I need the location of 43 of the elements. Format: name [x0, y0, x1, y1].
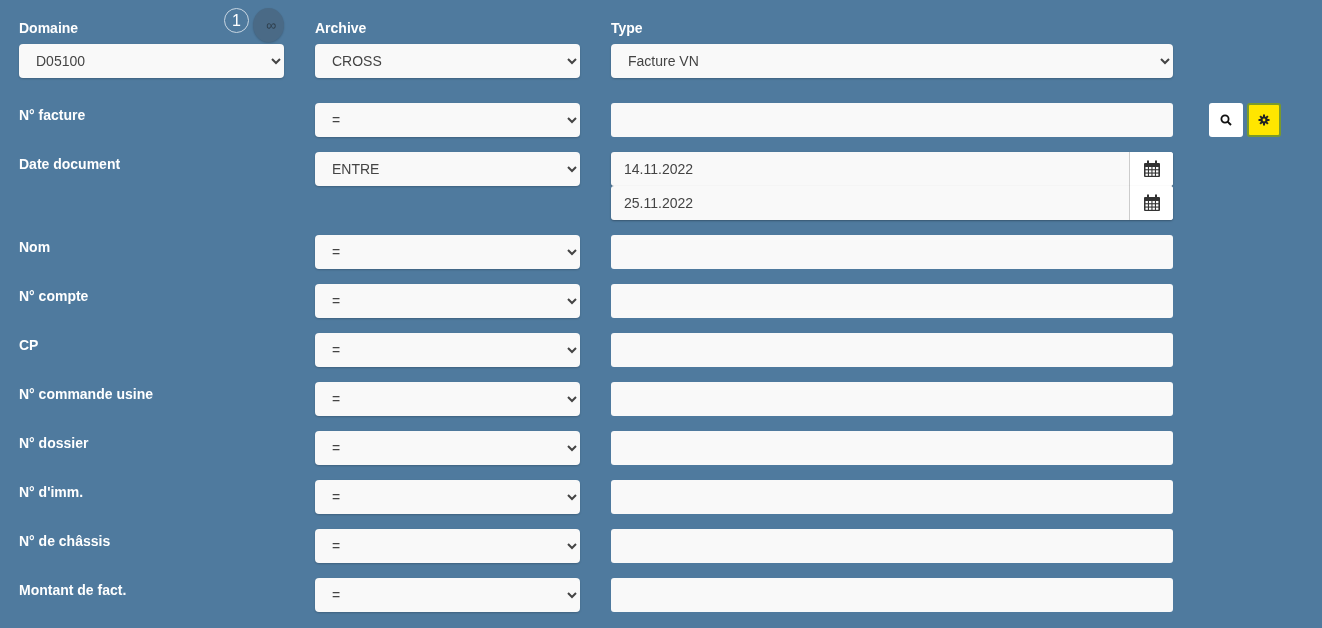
field-label: Archive — [315, 20, 367, 36]
field-label: Nom — [19, 238, 52, 257]
calendar-icon — [1142, 194, 1161, 212]
input-field[interactable] — [611, 578, 1173, 612]
field-label: N° facture — [19, 106, 87, 125]
operator-dropdown[interactable]: = — [315, 578, 580, 612]
calendar-button[interactable] — [1129, 186, 1173, 220]
operator-dropdown[interactable]: = — [315, 103, 580, 137]
calendar-button[interactable] — [1129, 152, 1173, 186]
operator-dropdown[interactable]: = — [315, 333, 580, 367]
operator-dropdown[interactable]: = — [315, 480, 580, 514]
field-label: N° dossier — [19, 434, 90, 453]
operator-dropdown[interactable]: = — [315, 235, 580, 269]
field-label: Date document — [19, 155, 122, 174]
dropdown[interactable]: D05100 — [19, 44, 284, 78]
input-field[interactable] — [611, 529, 1173, 563]
field-label: N° de châssis — [19, 532, 112, 551]
input-field[interactable] — [611, 382, 1173, 416]
operator-dropdown[interactable]: = — [315, 529, 580, 563]
field-label: Type — [611, 20, 643, 36]
calendar-icon — [1142, 160, 1161, 178]
field-label: N° d'imm. — [19, 483, 85, 502]
operator-dropdown[interactable]: ENTRE — [315, 152, 580, 186]
field-label: N° commande usine — [19, 385, 154, 404]
operator-dropdown[interactable]: = — [315, 284, 580, 318]
search-button[interactable] — [1209, 103, 1243, 137]
dropdown[interactable]: Facture VN — [611, 44, 1173, 78]
search-icon — [1220, 114, 1232, 126]
field-label: Domaine — [19, 20, 79, 36]
dropdown[interactable]: CROSS — [315, 44, 580, 78]
input-field[interactable] — [611, 103, 1173, 137]
operator-dropdown[interactable]: = — [315, 431, 580, 465]
operator-dropdown[interactable]: = — [315, 382, 580, 416]
input-field[interactable] — [611, 284, 1173, 318]
input-field[interactable] — [611, 431, 1173, 465]
field-label: CP — [19, 336, 40, 355]
field-label: Montant de fact. — [19, 581, 128, 600]
field-label: N° compte — [19, 287, 90, 306]
settings-button[interactable] — [1247, 103, 1281, 137]
input-field[interactable] — [611, 235, 1173, 269]
input-field[interactable] — [611, 333, 1173, 367]
settings-icon — [1258, 114, 1270, 126]
input-field[interactable] — [611, 480, 1173, 514]
